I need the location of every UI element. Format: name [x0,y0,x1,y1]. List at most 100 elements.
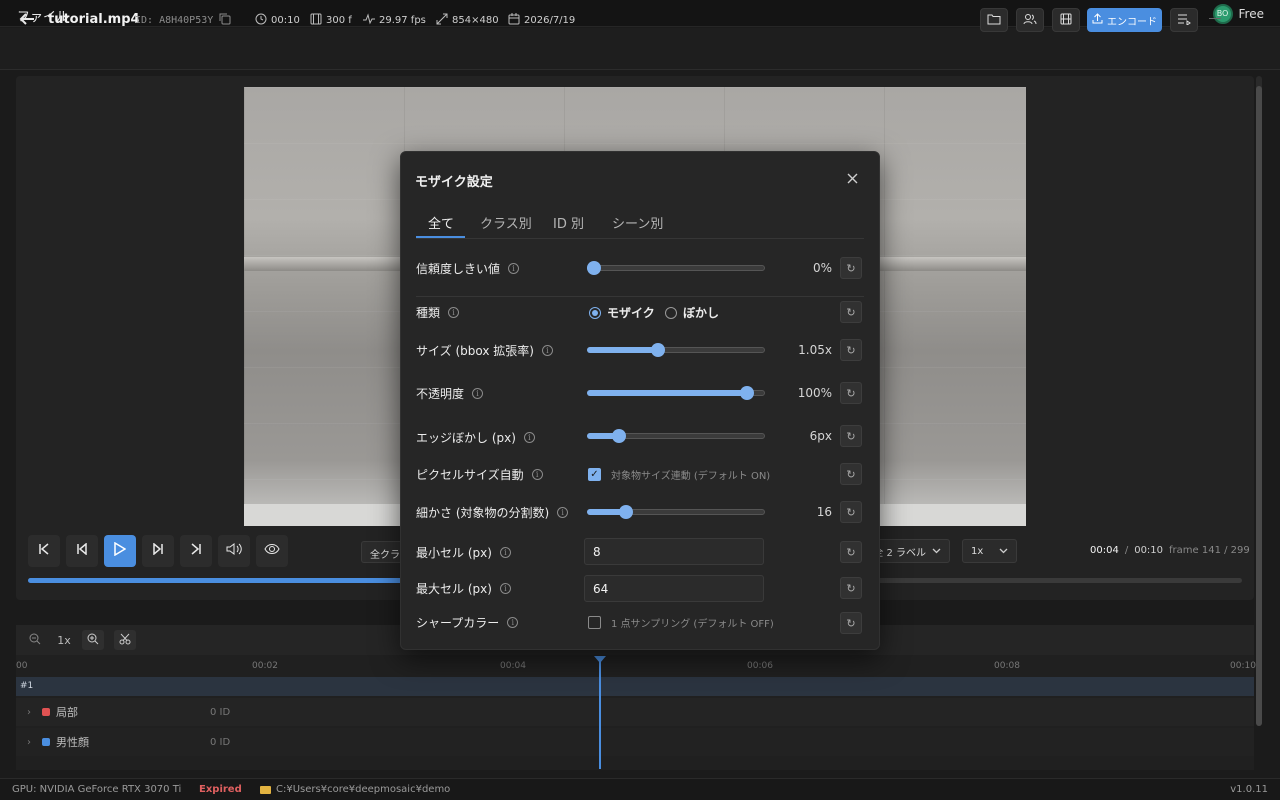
min-cell-input[interactable] [584,538,764,565]
info-icon[interactable]: i [531,469,543,480]
info-icon[interactable]: i [472,388,484,399]
timeline-tick-label: 00:02 [252,661,278,671]
playhead[interactable] [599,657,601,769]
timeline-ruler[interactable]: 00 00:02 00:04 00:06 00:08 00:10 [16,656,1256,676]
label-filter-select[interactable]: 全 2 ラベル [868,539,950,563]
license-status[interactable]: Expired [199,784,242,795]
reset-button[interactable]: ↻ [840,501,862,523]
info-icon[interactable]: i [507,617,519,628]
zoom-in-button[interactable] [82,630,104,650]
tab-by-id[interactable]: ID 別 [553,213,584,232]
info-icon[interactable]: i [541,345,553,356]
field-label: サイズ (bbox 拡張率) [416,344,534,358]
scissors-icon [119,633,131,648]
radio-button[interactable] [589,306,601,319]
chevron-right-icon[interactable]: › [16,707,42,718]
film-button[interactable] [1052,8,1080,32]
checkbox[interactable]: ✓ [588,468,601,481]
tab-by-class[interactable]: クラス別 [480,213,532,232]
playhead-handle[interactable] [594,656,606,663]
confidence-value: 0% [812,261,832,275]
size-label: サイズ (bbox 拡張率) i [416,342,553,359]
copy-icon[interactable] [219,13,231,28]
type-label: 種類 i [416,304,460,321]
tab-all[interactable]: 全て [428,213,454,232]
project-path[interactable]: C:¥Users¥core¥deepmosaic¥demo [260,784,450,795]
account-badge[interactable]: BO Free [1212,3,1264,24]
type-option-blur[interactable]: ぼかし [665,304,719,321]
track-row[interactable]: › 局部 0 ID [16,698,1254,726]
track-row[interactable]: › 男性顔 0 ID [16,728,1254,756]
reset-icon: ↻ [846,429,856,443]
track-group-header[interactable]: #1 [16,677,1254,696]
folder-icon [260,785,271,794]
queue-button[interactable] [1170,8,1198,32]
sharp-color-label: シャープカラー i [416,614,519,631]
info-icon[interactable]: i [448,307,460,318]
field-label: 種類 [416,306,441,320]
checkbox-label: 対象物サイズ連動 (デフォルト ON) [611,471,771,482]
radio-label: ぼかし [683,306,720,320]
open-folder-button[interactable] [980,8,1008,32]
info-icon[interactable]: i [499,547,511,558]
persons-button[interactable] [1016,8,1044,32]
play-button[interactable] [104,535,136,567]
play-icon [114,541,127,560]
slider-handle[interactable] [612,429,627,443]
calendar-icon [508,13,520,28]
sharp-color-checkbox-row[interactable]: 1 点サンプリング (デフォルト OFF) [588,615,774,630]
zoom-out-button[interactable] [24,630,46,650]
scrollbar-thumb[interactable] [1256,86,1262,726]
reset-button[interactable]: ↻ [840,257,862,279]
class-filter-select[interactable]: 全クラス [361,541,401,563]
info-icon[interactable]: i [557,507,569,518]
reset-button[interactable]: ↻ [840,463,862,485]
back-arrow-icon[interactable] [18,10,38,30]
encode-button[interactable]: エンコード [1087,8,1162,32]
field-label: 信頼度しきい値 [416,262,501,276]
info-icon[interactable]: i [508,263,520,274]
avatar: BO [1212,3,1233,24]
cut-button[interactable] [114,630,136,650]
radio-button[interactable] [665,306,677,319]
playback-speed-select[interactable]: 1x [962,539,1017,563]
min-cell-label: 最小セル (px) i [416,544,511,561]
timeline-tick-label: 00:08 [994,661,1020,671]
volume-button[interactable] [218,535,250,567]
gpu-info: GPU: NVIDIA GeForce RTX 3070 Ti [12,784,182,795]
path-text: C:¥Users¥core¥deepmosaic¥demo [276,784,451,795]
detail-label: 細かさ (対象物の分割数) i [416,504,569,521]
status-bar: GPU: NVIDIA GeForce RTX 3070 Ti Expired … [0,778,1280,800]
visibility-button[interactable] [256,535,288,567]
reset-button[interactable]: ↻ [840,577,862,599]
confidence-slider[interactable] [587,265,765,271]
checkbox[interactable] [588,616,601,629]
max-cell-input[interactable] [584,575,764,602]
info-icon[interactable]: i [499,583,511,594]
skip-end-button[interactable] [180,535,212,567]
pixel-auto-checkbox-row[interactable]: ✓ 対象物サイズ連動 (デフォルト ON) [588,467,770,482]
next-frame-button[interactable] [142,535,174,567]
field-label: ピクセルサイズ自動 [416,468,524,482]
reset-button[interactable]: ↻ [840,339,862,361]
minimize-icon[interactable] [1209,18,1221,19]
meta-frames: 300 f [310,13,352,28]
playlist-icon [1177,13,1191,28]
file-id: ID: A8H40P53Y [135,13,231,28]
reset-button[interactable]: ↻ [840,301,862,323]
edge-blur-value: 6px [809,429,832,443]
info-icon[interactable]: i [523,432,535,443]
slider-handle[interactable] [587,261,601,275]
prev-frame-button[interactable] [66,535,98,567]
reset-button[interactable]: ↻ [840,541,862,563]
field-label: 最大セル (px) [416,582,492,596]
reset-button[interactable]: ↻ [840,425,862,447]
track-color-swatch [42,708,50,716]
reset-button[interactable]: ↻ [840,382,862,404]
reset-button[interactable]: ↻ [840,612,862,634]
close-icon[interactable] [843,168,861,188]
tab-by-scene[interactable]: シーン別 [612,213,663,232]
type-option-mosaic[interactable]: モザイク [589,304,655,321]
chevron-right-icon[interactable]: › [16,737,42,748]
skip-start-button[interactable] [28,535,60,567]
